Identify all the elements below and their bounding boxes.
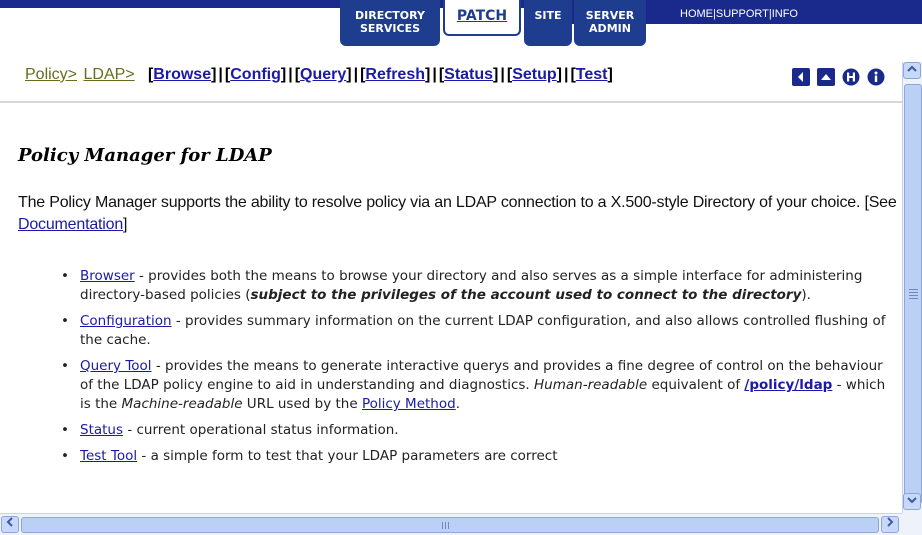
item-text: - a simple form to test that your LDAP p… — [137, 448, 558, 464]
top-links: HOME|SUPPORT|INFO — [680, 8, 798, 20]
horizontal-scroll-thumb[interactable] — [21, 517, 879, 533]
help-icon[interactable] — [842, 68, 860, 86]
back-arrow-icon[interactable] — [792, 67, 810, 86]
chevron-right-icon — [887, 517, 894, 527]
nav-separator: | — [353, 66, 359, 83]
list-item: • Browser - provides both the means to b… — [60, 267, 890, 305]
nav-link-refresh[interactable]: Refresh — [365, 66, 425, 83]
browser-link[interactable]: Browser — [80, 268, 135, 284]
nav-link-config[interactable]: Config — [230, 66, 281, 83]
info-link[interactable]: INFO — [772, 8, 798, 20]
bullet-icon: • — [61, 313, 69, 329]
list-item: • Configuration - provides summary infor… — [60, 312, 890, 350]
support-link[interactable]: SUPPORT — [716, 8, 769, 20]
tab-patch-label: PATCH — [456, 8, 508, 24]
nav-link-query[interactable]: Query — [300, 66, 346, 83]
nav-separator: | — [218, 66, 223, 83]
nav-bracket-close: ] — [493, 66, 499, 83]
nav-bracket-close: ] — [346, 66, 352, 83]
scroll-left-button[interactable] — [1, 516, 19, 533]
tab-directory-services-line2: SERVICES — [359, 22, 421, 35]
grip-line — [442, 522, 443, 529]
nav-link-browse[interactable]: Browse — [153, 66, 211, 83]
test-tool-link[interactable]: Test Tool — [80, 448, 137, 464]
grip-line — [909, 292, 918, 293]
chevron-up-icon — [907, 65, 917, 72]
vertical-scrollbar[interactable] — [902, 62, 922, 513]
intro-close: ] — [123, 216, 128, 233]
breadcrumb-ldap[interactable]: LDAP> — [83, 66, 134, 83]
horizontal-scrollbar[interactable] — [0, 513, 902, 535]
bullet-icon: • — [61, 268, 69, 284]
intro-text: The Policy Manager supports the ability … — [18, 194, 897, 211]
grip-line — [448, 522, 449, 529]
configuration-link[interactable]: Configuration — [80, 313, 172, 329]
nav-bracket-close: ] — [425, 66, 431, 83]
nav-separator: | — [563, 66, 569, 83]
item-emphasis: subject to the privileges of the account… — [250, 287, 802, 303]
grip-line — [909, 298, 918, 299]
tab-server-admin-line1: SERVER — [585, 9, 635, 22]
tab-directory-services-line1: DIRECTORY — [355, 9, 425, 22]
nav-links: [Browse] | [Config] | [Query] | [Refresh] | [Sta… — [139, 66, 613, 83]
item-text: URL used by the — [242, 396, 362, 412]
bullet-icon: • — [61, 422, 69, 438]
item-italic: Machine-readable — [121, 396, 243, 412]
main-content: Policy Manager for LDAP The Policy Manag… — [0, 103, 902, 483]
item-tail: ). — [801, 287, 811, 303]
up-arrow-icon[interactable] — [817, 67, 836, 86]
item-italic: Human-readable — [534, 377, 648, 393]
item-text: equivalent of — [647, 377, 745, 393]
list-item: • Query Tool - provides the means to gen… — [60, 357, 890, 414]
bullet-icon: • — [61, 448, 69, 464]
query-tool-link[interactable]: Query Tool — [80, 358, 152, 374]
scroll-up-button[interactable] — [903, 62, 921, 79]
nav-bracket-close: ] — [556, 66, 562, 83]
tab-site[interactable]: SITE — [524, 0, 572, 46]
policy-ldap-link[interactable]: /policy/ldap — [744, 377, 832, 393]
home-link[interactable]: HOME — [680, 8, 713, 20]
documentation-link[interactable]: Documentation — [18, 216, 123, 233]
item-tail: . — [455, 396, 460, 412]
item-text: - current operational status information… — [123, 422, 399, 438]
grip-line — [909, 289, 918, 290]
intro-paragraph: The Policy Manager supports the ability … — [18, 192, 902, 236]
chevron-left-icon — [6, 517, 13, 527]
list-item: • Status - current operational status in… — [60, 421, 890, 440]
breadcrumb-policy[interactable]: Policy> — [25, 66, 77, 83]
tool-list: • Browser - provides both the means to b… — [60, 267, 890, 473]
grip-line — [909, 295, 918, 296]
grip-line — [445, 522, 446, 529]
chevron-down-icon — [907, 497, 917, 504]
nav-separator: | — [432, 66, 437, 83]
info-icon[interactable] — [867, 68, 885, 86]
scrollbar-corner — [902, 513, 922, 535]
scroll-down-button[interactable] — [903, 493, 921, 510]
policy-nav-bar: Policy> LDAP> [Browse] | [Config] | [Query] |… — [25, 66, 613, 88]
scroll-right-button[interactable] — [881, 516, 899, 533]
nav-icon-group — [792, 66, 887, 86]
tab-server-admin-line2: ADMIN — [589, 22, 631, 35]
bullet-icon: • — [61, 358, 69, 374]
list-item: • Test Tool - a simple form to test that… — [60, 447, 890, 466]
nav-separator: | — [500, 66, 505, 83]
vertical-scroll-thumb[interactable] — [904, 84, 922, 504]
tab-patch[interactable]: PATCH — [443, 0, 521, 36]
nav-bracket-close: ] — [211, 66, 217, 83]
status-link[interactable]: Status — [80, 422, 123, 438]
top-banner: DIRECTORY SERVICES PATCH SITE SERVER ADM… — [0, 0, 922, 48]
nav-bracket-close: ] — [280, 66, 287, 83]
tab-directory-services[interactable]: DIRECTORY SERVICES — [340, 0, 440, 46]
nav-link-test[interactable]: Test — [576, 66, 608, 83]
nav-separator: | — [288, 66, 293, 83]
item-text: - provides summary information on the cu… — [80, 313, 886, 348]
nav-link-setup[interactable]: Setup — [512, 66, 556, 83]
policy-method-link[interactable]: Policy Method — [362, 396, 456, 412]
tab-site-label: SITE — [534, 9, 562, 22]
page-title: Policy Manager for LDAP — [18, 145, 272, 166]
tab-server-admin[interactable]: SERVER ADMIN — [574, 0, 646, 46]
nav-bracket-close: ] — [607, 66, 613, 83]
nav-link-status[interactable]: Status — [444, 66, 493, 83]
